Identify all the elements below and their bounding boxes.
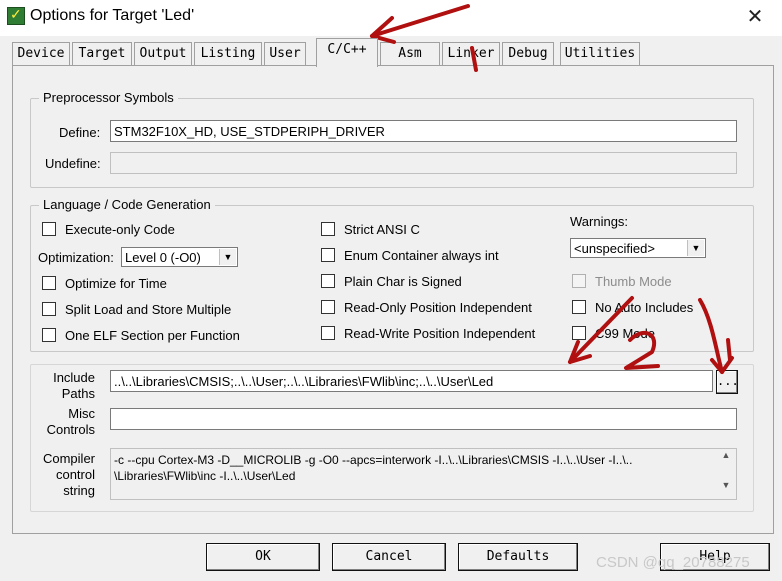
chevron-down-icon[interactable]: ▼: [219, 249, 236, 265]
compiler-control-string: -c --cpu Cortex-M3 -D__MICROLIB -g -O0 -…: [110, 448, 737, 500]
one-elf-label: One ELF Section per Function: [65, 328, 240, 343]
thumb-mode-checkbox[interactable]: Thumb Mode: [572, 274, 672, 290]
scroll-down-icon[interactable]: ▼: [718, 480, 734, 490]
warnings-value: <unspecified>: [574, 241, 655, 256]
defaults-button[interactable]: Defaults: [458, 543, 578, 571]
title-bar: Options for Target 'Led' ✕: [0, 0, 782, 36]
checkbox-box: [42, 222, 56, 236]
compiler-label-2: control: [55, 467, 95, 482]
tab-listing[interactable]: Listing: [194, 42, 262, 65]
thumb-mode-label: Thumb Mode: [595, 274, 672, 289]
rw-pi-label: Read-Write Position Independent: [344, 326, 536, 341]
warnings-label: Warnings:: [570, 214, 629, 229]
plain-char-checkbox[interactable]: Plain Char is Signed: [321, 274, 462, 290]
compiler-line-1: -c --cpu Cortex-M3 -D__MICROLIB -g -O0 -…: [114, 453, 633, 467]
plain-char-label: Plain Char is Signed: [344, 274, 462, 289]
no-auto-includes-label: No Auto Includes: [595, 300, 694, 315]
strict-ansi-checkbox[interactable]: Strict ANSI C: [321, 222, 420, 238]
undefine-label: Undefine:: [45, 156, 101, 171]
c99-mode-checkbox[interactable]: C99 Mode: [572, 326, 655, 342]
app-icon: [7, 6, 25, 25]
execute-only-checkbox[interactable]: Execute-only Code: [42, 222, 175, 238]
compiler-line-2: \Libraries\FWlib\inc -I..\..\User\Led: [114, 469, 296, 483]
c99-mode-label: C99 Mode: [595, 326, 655, 341]
strict-ansi-label: Strict ANSI C: [344, 222, 420, 237]
ok-button[interactable]: OK: [206, 543, 320, 571]
preprocessor-group: Preprocessor Symbols: [30, 90, 754, 188]
execute-only-label: Execute-only Code: [65, 222, 175, 237]
checkbox-box: [321, 222, 335, 236]
tab-debug[interactable]: Debug: [502, 42, 554, 65]
optimize-time-checkbox[interactable]: Optimize for Time: [42, 276, 167, 292]
chevron-down-icon[interactable]: ▼: [687, 240, 704, 256]
include-paths-input[interactable]: ..\..\Libraries\CMSIS;..\..\User;..\..\L…: [110, 370, 713, 392]
misc-label-2: Controls: [46, 422, 95, 437]
checkbox-box: [321, 248, 335, 262]
checkbox-box: [321, 274, 335, 288]
checkbox-box: [42, 302, 56, 316]
warnings-select[interactable]: <unspecified> ▼: [570, 238, 706, 258]
misc-label-1: Misc: [68, 406, 95, 421]
define-input[interactable]: STM32F10X_HD, USE_STDPERIPH_DRIVER: [110, 120, 737, 142]
language-group-title: Language / Code Generation: [39, 197, 215, 212]
scroll-up-icon[interactable]: ▲: [718, 450, 734, 460]
checkbox-box: [321, 300, 335, 314]
checkbox-box: [42, 328, 56, 342]
compiler-scrollbar[interactable]: ▲ ▼: [718, 450, 734, 498]
misc-controls-input[interactable]: [110, 408, 737, 430]
browse-button[interactable]: ...: [716, 370, 739, 394]
checkbox-box: [42, 276, 56, 290]
tab-output[interactable]: Output: [134, 42, 192, 65]
split-load-label: Split Load and Store Multiple: [65, 302, 232, 317]
undefine-input[interactable]: [110, 152, 737, 174]
tab-linker[interactable]: Linker: [442, 42, 500, 65]
tab-asm[interactable]: Asm: [380, 42, 440, 65]
watermark: CSDN @qq_20788275: [596, 554, 750, 571]
optimization-select[interactable]: Level 0 (-O0) ▼: [121, 247, 238, 267]
checkbox-box: [572, 300, 586, 314]
no-auto-includes-checkbox[interactable]: No Auto Includes: [572, 300, 693, 316]
tab-device[interactable]: Device: [12, 42, 70, 65]
split-load-checkbox[interactable]: Split Load and Store Multiple: [42, 302, 231, 318]
checkbox-box: [321, 326, 335, 340]
include-label-2: Paths: [61, 386, 95, 401]
checkbox-box: [572, 274, 586, 288]
tab-cc[interactable]: C/C++: [316, 38, 378, 67]
ro-pi-checkbox[interactable]: Read-Only Position Independent: [321, 300, 532, 316]
compiler-label-1: Compiler: [42, 451, 95, 466]
optimization-label: Optimization:: [38, 250, 114, 265]
one-elf-checkbox[interactable]: One ELF Section per Function: [42, 328, 240, 344]
ro-pi-label: Read-Only Position Independent: [344, 300, 532, 315]
preprocessor-group-title: Preprocessor Symbols: [39, 90, 178, 105]
optimization-value: Level 0 (-O0): [125, 250, 201, 265]
optimize-time-label: Optimize for Time: [65, 276, 167, 291]
include-label-1: Include: [53, 370, 95, 385]
tab-target[interactable]: Target: [72, 42, 132, 65]
tab-user[interactable]: User: [264, 42, 306, 65]
close-button[interactable]: ✕: [742, 4, 768, 30]
define-label: Define:: [59, 125, 101, 140]
checkbox-box: [572, 326, 586, 340]
enum-container-checkbox[interactable]: Enum Container always int: [321, 248, 499, 264]
enum-container-label: Enum Container always int: [344, 248, 499, 263]
window-title: Options for Target 'Led': [30, 7, 195, 24]
compiler-label-3: string: [63, 483, 95, 498]
cancel-button[interactable]: Cancel: [332, 543, 446, 571]
tab-utilities[interactable]: Utilities: [560, 42, 640, 65]
rw-pi-checkbox[interactable]: Read-Write Position Independent: [321, 326, 535, 342]
